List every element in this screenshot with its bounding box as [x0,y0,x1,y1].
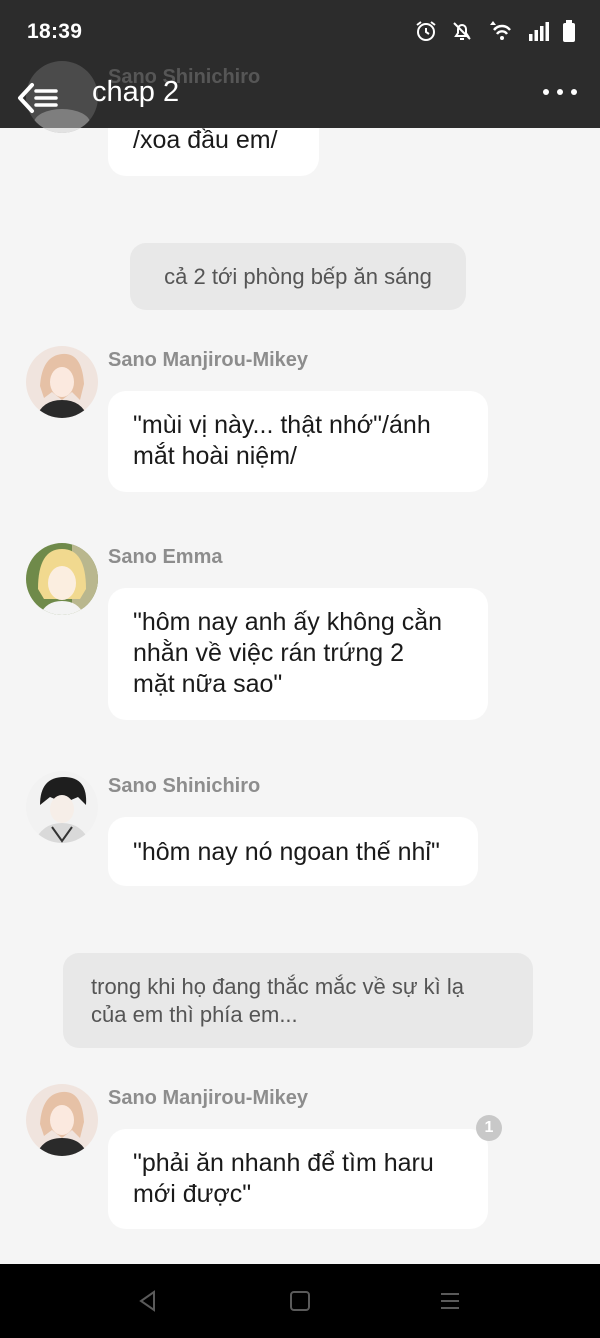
alarm-icon [414,19,438,48]
narration-bubble: trong khi họ đang thắc mắc về sự kì lạ c… [63,953,533,1048]
more-options-button[interactable] [540,78,580,106]
sender-name: Sano Shinichiro [108,775,261,797]
message-bubble: /xoa đầu em/ [108,128,319,176]
signal-icon [528,20,550,47]
nav-menu-button[interactable] [435,1286,465,1316]
avatar-emma[interactable] [26,543,98,615]
top-bar: 18:39 Sano Shinichiro chap 2 [0,0,600,133]
status-bar: 18:39 [0,0,600,66]
chat-area[interactable]: /xoa đầu em/ cả 2 tới phòng bếp ăn sáng … [0,128,600,1264]
nav-back-button[interactable] [133,1286,163,1316]
nav-menu-icon [441,1293,459,1309]
battery-icon [562,19,576,48]
more-icon [543,89,549,95]
avatar-mikey[interactable] [26,1084,98,1156]
app-bar: Sano Shinichiro chap 2 [0,61,600,133]
message-bubble: "mùi vị này... thật nhớ"/ánh mắt hoài ni… [108,391,488,492]
status-icons [414,19,576,48]
nav-home-button[interactable] [285,1286,315,1316]
bell-off-icon [450,19,474,48]
sender-name: Sano Emma [108,546,223,568]
narration-bubble: cả 2 tới phòng bếp ăn sáng [130,243,466,310]
message-bubble: "hôm nay anh ấy không cằn nhằn về việc r… [108,588,488,720]
avatar-mikey[interactable] [26,346,98,418]
navigation-bar [0,1264,600,1338]
message-bubble: "phải ăn nhanh để tìm haru mới được" [108,1129,488,1229]
avatar-shinichiro[interactable] [26,771,98,843]
sender-name: Sano Manjirou-Mikey [108,349,309,371]
wifi-icon [486,19,516,48]
comment-count-badge[interactable]: 1 [476,1115,502,1141]
chapter-title: chap 2 [92,76,180,108]
back-list-icon [18,83,58,113]
status-time: 18:39 [27,20,83,43]
nav-home-icon [290,1291,310,1311]
sender-name: Sano Manjirou-Mikey [108,1087,309,1109]
back-button[interactable] [14,74,62,122]
message-bubble: "hôm nay nó ngoan thế nhỉ" [108,817,478,886]
nav-back-icon [139,1290,155,1312]
